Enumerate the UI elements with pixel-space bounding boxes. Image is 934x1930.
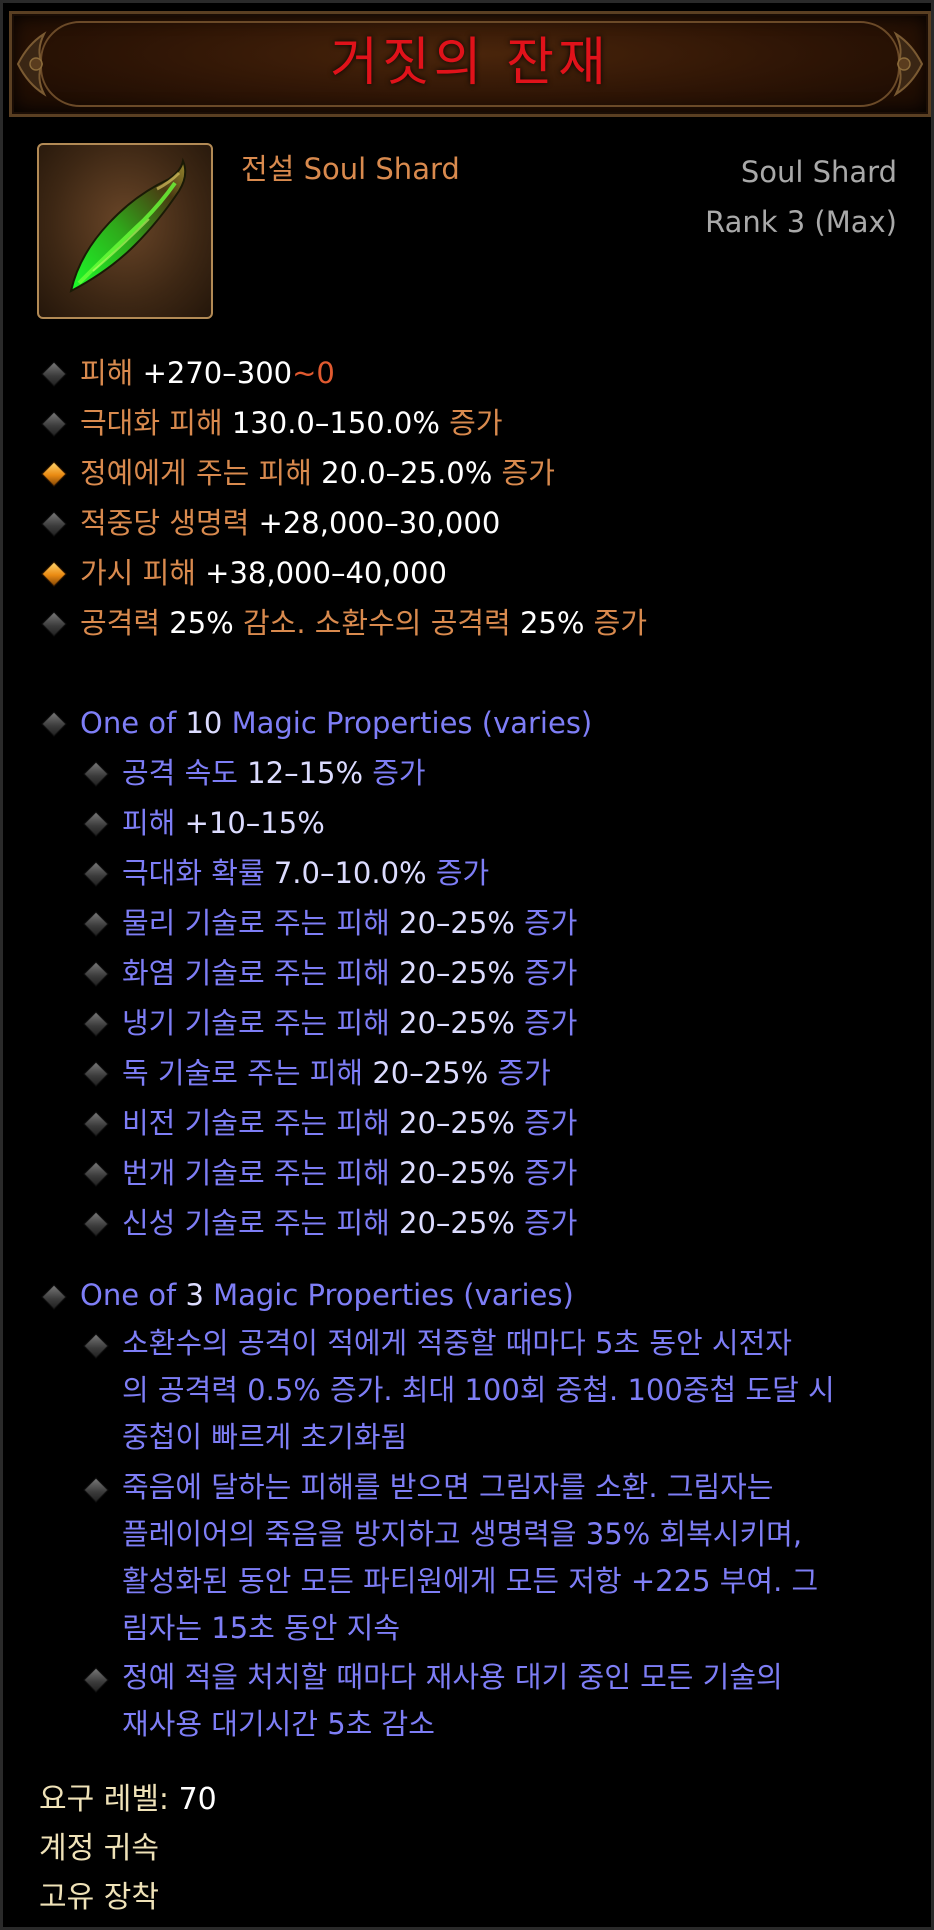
- magic-property: 번개 기술로 주는 피해 20–25% 증가: [122, 1156, 578, 1190]
- stat-crit-damage: 극대화 피해 130.0–150.0% 증가: [80, 406, 503, 440]
- grey-diamond-icon: [83, 1211, 109, 1237]
- magic-property: 비전 기술로 주는 피해 20–25% 증가: [122, 1106, 578, 1140]
- magic-property: 독 기술로 주는 피해 20–25% 증가: [122, 1056, 551, 1090]
- grey-diamond-icon: [83, 911, 109, 937]
- magic-property-cooldown: 정예 적을 처치할 때마다 재사용 대기 중인 모든 기술의: [122, 1660, 783, 1694]
- soul-shard-icon: [69, 157, 187, 293]
- stat-elite-damage: 정예에게 주는 피해 20.0–25.0% 증가: [80, 456, 555, 490]
- grey-diamond-icon: [83, 1011, 109, 1037]
- stat-attack: 공격력 25% 감소. 소환수의 공격력 25% 증가: [80, 606, 648, 640]
- stat-life-per-hit: 적중당 생명력 +28,000–30,000: [80, 506, 501, 540]
- magic-property-shadow: 플레이어의 죽음을 방지하고 생명력을 35% 회복시키며,: [122, 1517, 803, 1551]
- grey-diamond-icon: [83, 1061, 109, 1087]
- group-1-header: One of 10 Magic Properties (varies): [80, 706, 593, 740]
- item-tooltip: 거짓의 잔재 전설 Soul Shard Soul Shard Rank 3 (…: [0, 0, 934, 1930]
- item-icon-frame: [37, 143, 213, 319]
- magic-property: 공격 속도 12–15% 증가: [122, 756, 426, 790]
- grey-diamond-icon: [41, 711, 67, 737]
- grey-diamond-icon: [41, 361, 67, 387]
- grey-diamond-icon: [83, 1477, 109, 1503]
- magic-property-cooldown: 재사용 대기시간 5초 감소: [122, 1707, 435, 1741]
- grey-diamond-icon: [83, 1161, 109, 1187]
- grey-diamond-icon: [83, 961, 109, 987]
- magic-property: 화염 기술로 주는 피해 20–25% 증가: [122, 956, 578, 990]
- grey-diamond-icon: [83, 811, 109, 837]
- orange-diamond-icon: [41, 561, 67, 587]
- grey-diamond-icon: [83, 761, 109, 787]
- grey-diamond-icon: [83, 1333, 109, 1359]
- grey-diamond-icon: [83, 1111, 109, 1137]
- account-bound: 계정 귀속: [39, 1831, 159, 1866]
- grey-diamond-icon: [41, 411, 67, 437]
- grey-diamond-icon: [83, 1667, 109, 1693]
- magic-property-summon: 의 공격력 0.5% 증가. 최대 100회 중첩. 100중첩 도달 시: [122, 1373, 835, 1407]
- magic-property: 극대화 확률 7.0–10.0% 증가: [122, 856, 490, 890]
- magic-property: 피해 +10–15%: [122, 806, 325, 840]
- orange-diamond-icon: [41, 461, 67, 487]
- item-rarity: 전설 Soul Shard: [241, 152, 460, 186]
- group-2-header: One of 3 Magic Properties (varies): [80, 1278, 574, 1312]
- magic-property-shadow: 활성화된 동안 모든 파티원에게 모든 저항 +225 부여. 그: [122, 1564, 819, 1598]
- item-rank: Rank 3 (Max): [705, 205, 897, 239]
- required-level: 요구 레벨: 70: [39, 1782, 217, 1817]
- magic-property-shadow: 죽음에 달하는 피해를 받으면 그림자를 소환. 그림자는: [122, 1470, 774, 1504]
- stat-thorns: 가시 피해 +38,000–40,000: [80, 556, 447, 590]
- item-name: 거짓의 잔재: [330, 33, 610, 93]
- magic-property-shadow: 림자는 15초 동안 지속: [122, 1611, 400, 1645]
- unique-equipped: 고유 장착: [39, 1880, 159, 1915]
- magic-property: 냉기 기술로 주는 피해 20–25% 증가: [122, 1006, 578, 1040]
- stat-damage: 피해 +270–300~0: [80, 356, 335, 390]
- item-header: 거짓의 잔재: [9, 11, 931, 117]
- grey-diamond-icon: [41, 611, 67, 637]
- magic-property: 신성 기술로 주는 피해 20–25% 증가: [122, 1206, 578, 1240]
- magic-property: 물리 기술로 주는 피해 20–25% 증가: [122, 906, 578, 940]
- magic-property-summon: 중첩이 빠르게 초기화됨: [122, 1420, 408, 1454]
- grey-diamond-icon: [83, 861, 109, 887]
- grey-diamond-icon: [41, 511, 67, 537]
- magic-property-summon: 소환수의 공격이 적에게 적중할 때마다 5초 동안 시전자: [122, 1326, 792, 1360]
- grey-diamond-icon: [41, 1284, 67, 1310]
- item-category: Soul Shard: [740, 155, 897, 189]
